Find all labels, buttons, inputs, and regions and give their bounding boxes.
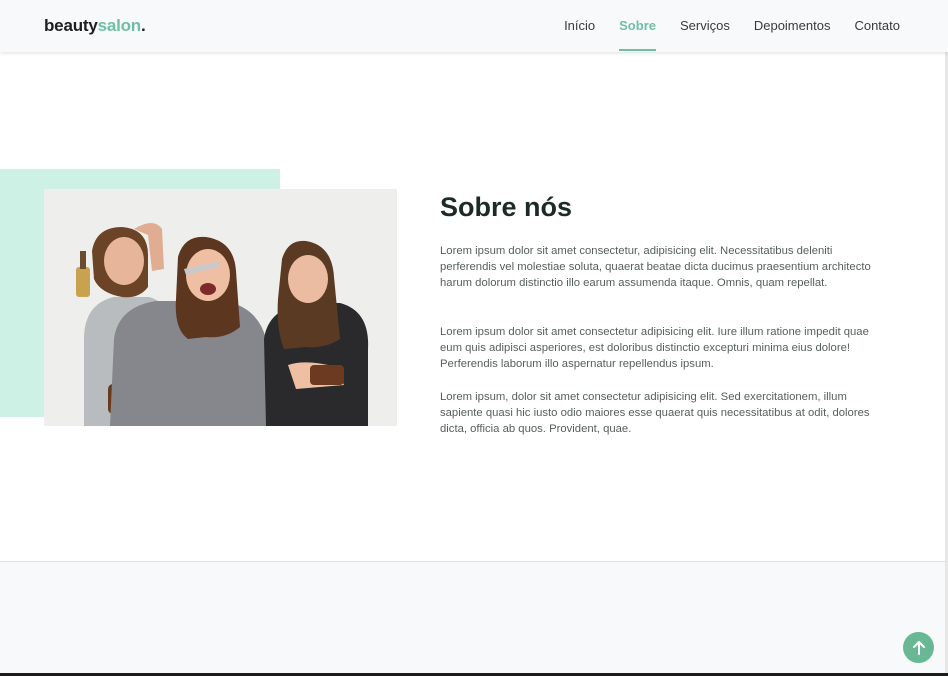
about-title: Sobre nós [440, 192, 573, 222]
about-paragraph-1: Lorem ipsum dolor sit amet consectetur, … [440, 245, 871, 290]
footer-section [0, 561, 945, 674]
logo-primary: beauty [44, 16, 98, 35]
nav-inicio[interactable]: Início [564, 18, 595, 51]
arrow-up-icon [912, 640, 925, 655]
nav-contato[interactable]: Contato [854, 18, 900, 51]
main-nav: Início Sobre Serviços Depoimentos Contat… [564, 18, 900, 51]
salon-team-photo [44, 189, 397, 426]
site-header: beautysalon. Início Sobre Serviços Depoi… [0, 0, 948, 52]
nav-sobre[interactable]: Sobre [619, 18, 656, 51]
about-photo [44, 189, 397, 426]
logo-dot: . [141, 16, 146, 35]
logo[interactable]: beautysalon. [44, 16, 146, 36]
about-paragraph-2: Lorem ipsum dolor sit amet consectetur a… [440, 326, 869, 371]
about-paragraph-3: Lorem ipsum, dolor sit amet consectetur … [440, 391, 870, 436]
back-to-top-button[interactable] [903, 632, 934, 663]
nav-depoimentos[interactable]: Depoimentos [754, 18, 831, 51]
logo-accent: salon [97, 16, 142, 35]
nav-servicos[interactable]: Serviços [680, 18, 730, 51]
